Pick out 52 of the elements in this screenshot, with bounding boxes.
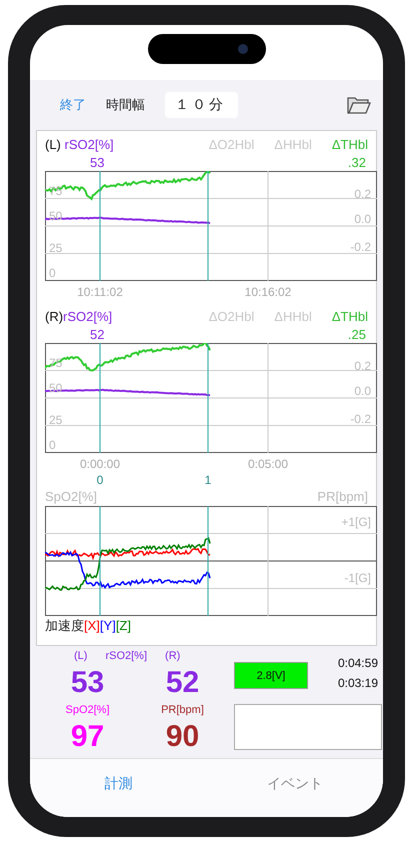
channel-column[interactable]: ΔTHbl bbox=[332, 137, 368, 152]
time-label: 10:11:02 bbox=[77, 285, 123, 299]
legend-item: [Z] bbox=[116, 618, 131, 633]
tab[interactable]: イベント bbox=[206, 759, 383, 817]
axis-label: 0.2 bbox=[354, 359, 371, 373]
marker-label: 0 bbox=[96, 473, 104, 487]
axis-label: 0.0 bbox=[354, 384, 371, 398]
delta-value: .32 bbox=[348, 155, 366, 170]
axis-label: 25 bbox=[49, 413, 62, 427]
marker-label: 1 bbox=[204, 473, 212, 487]
end-button[interactable]: 終了 bbox=[60, 96, 86, 114]
rso2-label: rSO2[%] bbox=[105, 650, 148, 664]
spo2-value: 97 bbox=[70, 720, 106, 755]
range-field[interactable]: １０分 bbox=[165, 92, 238, 118]
axis-label: -0.2 bbox=[350, 412, 371, 426]
legend-title: 加速度 bbox=[45, 616, 84, 634]
range-label: 時間幅 bbox=[106, 96, 145, 114]
time-label: 0:05:00 bbox=[248, 457, 288, 471]
axis-label: -1[G] bbox=[344, 571, 371, 585]
channel-title: rSO2[%] bbox=[64, 137, 114, 152]
battery-indicator: 2.8[V] bbox=[234, 662, 308, 689]
channel-column[interactable]: ΔTHbl bbox=[332, 309, 368, 324]
axis-label: 25 bbox=[49, 241, 62, 255]
pr-axis-title: PR[bpm] bbox=[317, 489, 369, 504]
channel-title: rSO2[%] bbox=[63, 309, 112, 324]
right-label: (R) bbox=[165, 650, 180, 664]
axis-label: 0.0 bbox=[354, 212, 371, 226]
rso2-value: 53 bbox=[90, 155, 104, 170]
axis-label: 0 bbox=[49, 266, 56, 280]
side-label: (L) bbox=[45, 137, 62, 152]
spo2-axis-title: SpO2[%] bbox=[45, 489, 98, 504]
axis-label: -0.2 bbox=[350, 240, 371, 254]
axis-label: +1[G] bbox=[341, 515, 371, 529]
right-rso2-value: 52 bbox=[164, 666, 200, 701]
elapsed-time: 0:03:19 bbox=[338, 676, 378, 690]
time-label: 0:00:00 bbox=[80, 457, 120, 471]
side-label: (R) bbox=[45, 309, 64, 324]
spo2-label: SpO2[%] bbox=[65, 704, 110, 718]
left-label: (L) bbox=[74, 650, 88, 664]
axis-label: 0.2 bbox=[354, 187, 371, 201]
pr-value: 90 bbox=[164, 720, 200, 755]
pr-label: PR[bpm] bbox=[161, 704, 204, 718]
axis-label: 0 bbox=[49, 438, 56, 452]
folder-icon[interactable] bbox=[347, 95, 371, 115]
delta-value: .25 bbox=[348, 327, 366, 342]
left-rso2-value: 53 bbox=[70, 666, 106, 701]
rso2-value: 52 bbox=[90, 327, 104, 342]
elapsed-time: 0:04:59 bbox=[338, 656, 378, 670]
time-label: 10:16:02 bbox=[244, 285, 292, 299]
legend-item: [X] bbox=[84, 618, 100, 633]
legend-item: [Y] bbox=[100, 618, 116, 633]
tab[interactable]: 計測 bbox=[30, 759, 206, 817]
